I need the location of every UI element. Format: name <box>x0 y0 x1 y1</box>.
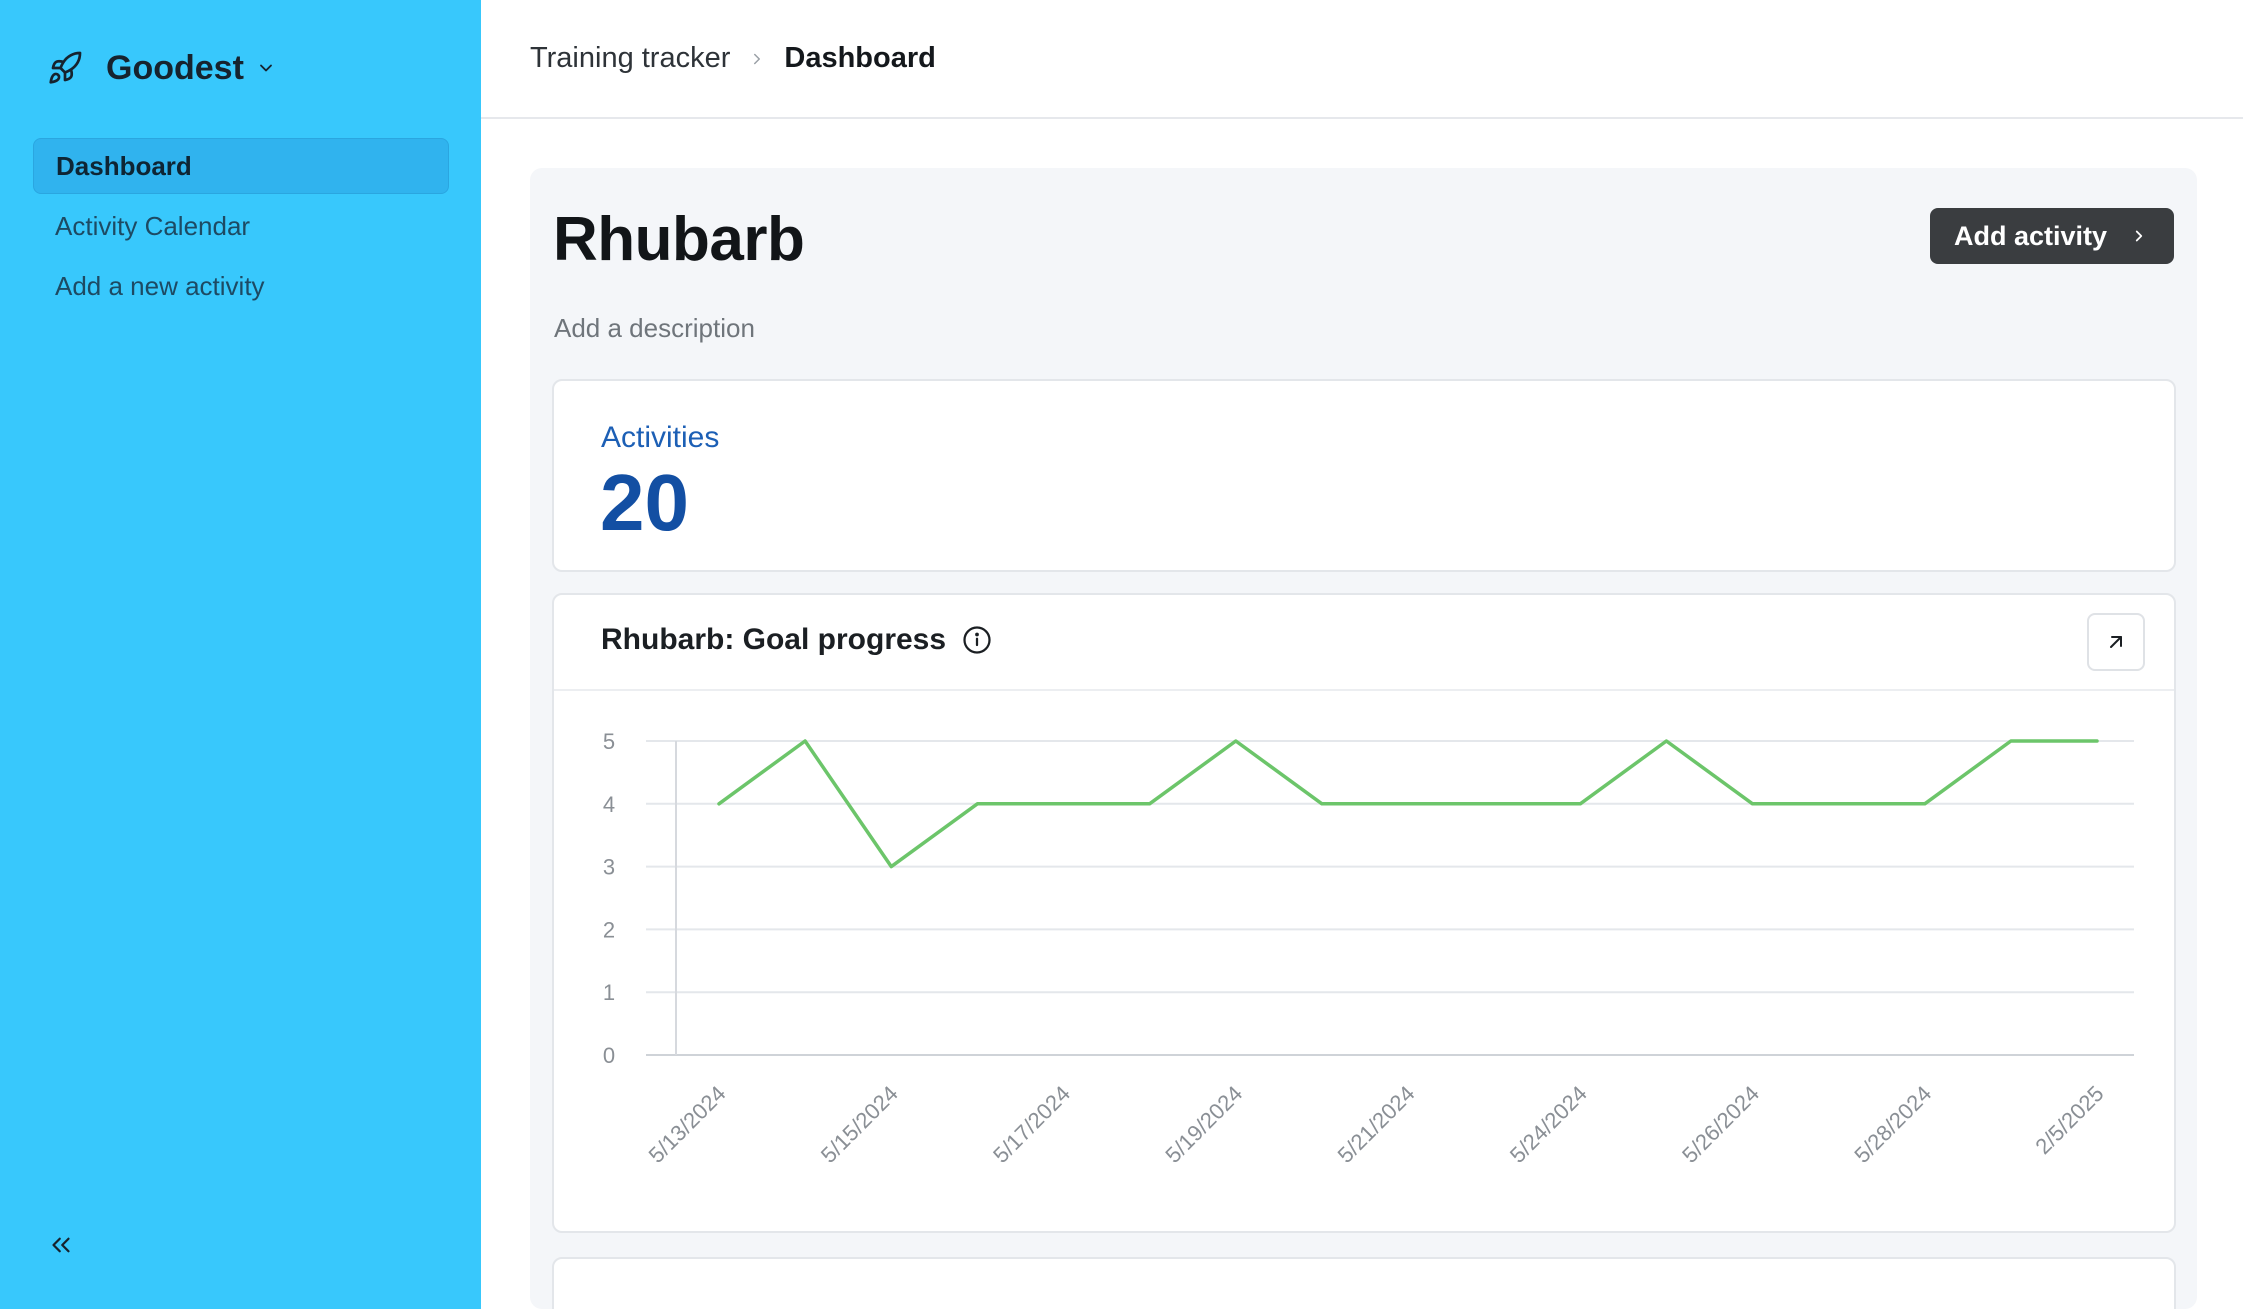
chart-card-header: Rhubarb: Goal progress <box>554 595 2174 691</box>
x-tick-label: 5/15/2024 <box>816 1081 903 1168</box>
chevrons-left-icon <box>52 1237 70 1253</box>
x-tick-label: 5/24/2024 <box>1505 1081 1592 1168</box>
x-tick-label: 5/21/2024 <box>1333 1081 1420 1168</box>
add-activity-button[interactable]: Add activity <box>1930 208 2174 264</box>
x-tick-label: 5/19/2024 <box>1160 1081 1247 1168</box>
arrow-up-right-icon <box>2110 636 2122 648</box>
dashboard-panel: Rhubarb Add a description Add activity A… <box>530 168 2197 1309</box>
y-tick-label: 1 <box>603 980 615 1005</box>
sidebar-item-label: Add a new activity <box>55 270 265 301</box>
chevron-right-icon <box>748 50 766 68</box>
sidebar-item-add-activity[interactable]: Add a new activity <box>33 258 449 314</box>
x-tick-label: 5/17/2024 <box>988 1081 1075 1168</box>
page-description[interactable]: Add a description <box>554 313 755 344</box>
x-tick-label: 5/26/2024 <box>1677 1081 1764 1168</box>
collapse-sidebar-button[interactable] <box>44 1228 78 1262</box>
y-tick-label: 4 <box>603 792 615 817</box>
breadcrumb-parent-link[interactable]: Training tracker <box>530 42 730 75</box>
x-tick-label: 5/13/2024 <box>644 1081 731 1168</box>
page-title: Rhubarb <box>553 205 805 274</box>
top-bar: Training tracker Dashboard <box>481 0 2243 119</box>
sidebar: Goodest Dashboard Activity Calendar Add … <box>0 0 481 1309</box>
x-tick-label: 2/5/2025 <box>2030 1081 2108 1159</box>
y-tick-label: 2 <box>603 917 615 942</box>
stat-label: Activities <box>601 421 720 454</box>
sidebar-item-dashboard[interactable]: Dashboard <box>33 138 449 194</box>
stat-value: 20 <box>600 458 689 547</box>
sidebar-item-label: Activity Calendar <box>55 210 251 241</box>
activities-stat-card: Activities 20 <box>552 379 2176 572</box>
workspace-name: Goodest <box>106 48 244 87</box>
y-tick-label: 5 <box>603 729 615 754</box>
breadcrumb-current: Dashboard <box>784 42 936 74</box>
sidebar-nav: Dashboard Activity Calendar Add a new ac… <box>33 138 449 318</box>
chevron-right-icon <box>2135 230 2143 242</box>
goal-progress-chart-card: Rhubarb: Goal progress 0 1 2 3 4 5 5/13/2024 5/… <box>552 593 2176 1233</box>
sidebar-item-activity-calendar[interactable]: Activity Calendar <box>33 198 449 254</box>
breadcrumb: Training tracker Dashboard <box>530 42 936 75</box>
next-card <box>552 1257 2176 1309</box>
chart-title: Rhubarb: Goal progress <box>601 623 947 656</box>
y-tick-label: 3 <box>603 855 615 880</box>
workspace-switcher[interactable]: Goodest <box>44 44 278 92</box>
add-activity-label: Add activity <box>1954 220 2108 251</box>
goal-progress-chart: 0 1 2 3 4 5 5/13/2024 5/15/2024 5/17/2024 5/19/20… <box>603 729 2134 1168</box>
info-icon[interactable] <box>962 625 992 655</box>
y-tick-label: 0 <box>603 1043 615 1068</box>
x-tick-label: 5/28/2024 <box>1849 1081 1936 1168</box>
sidebar-item-label: Dashboard <box>56 150 192 181</box>
expand-chart-button[interactable] <box>2087 613 2145 671</box>
rocket-icon <box>44 47 86 89</box>
chevron-down-icon <box>256 57 278 79</box>
